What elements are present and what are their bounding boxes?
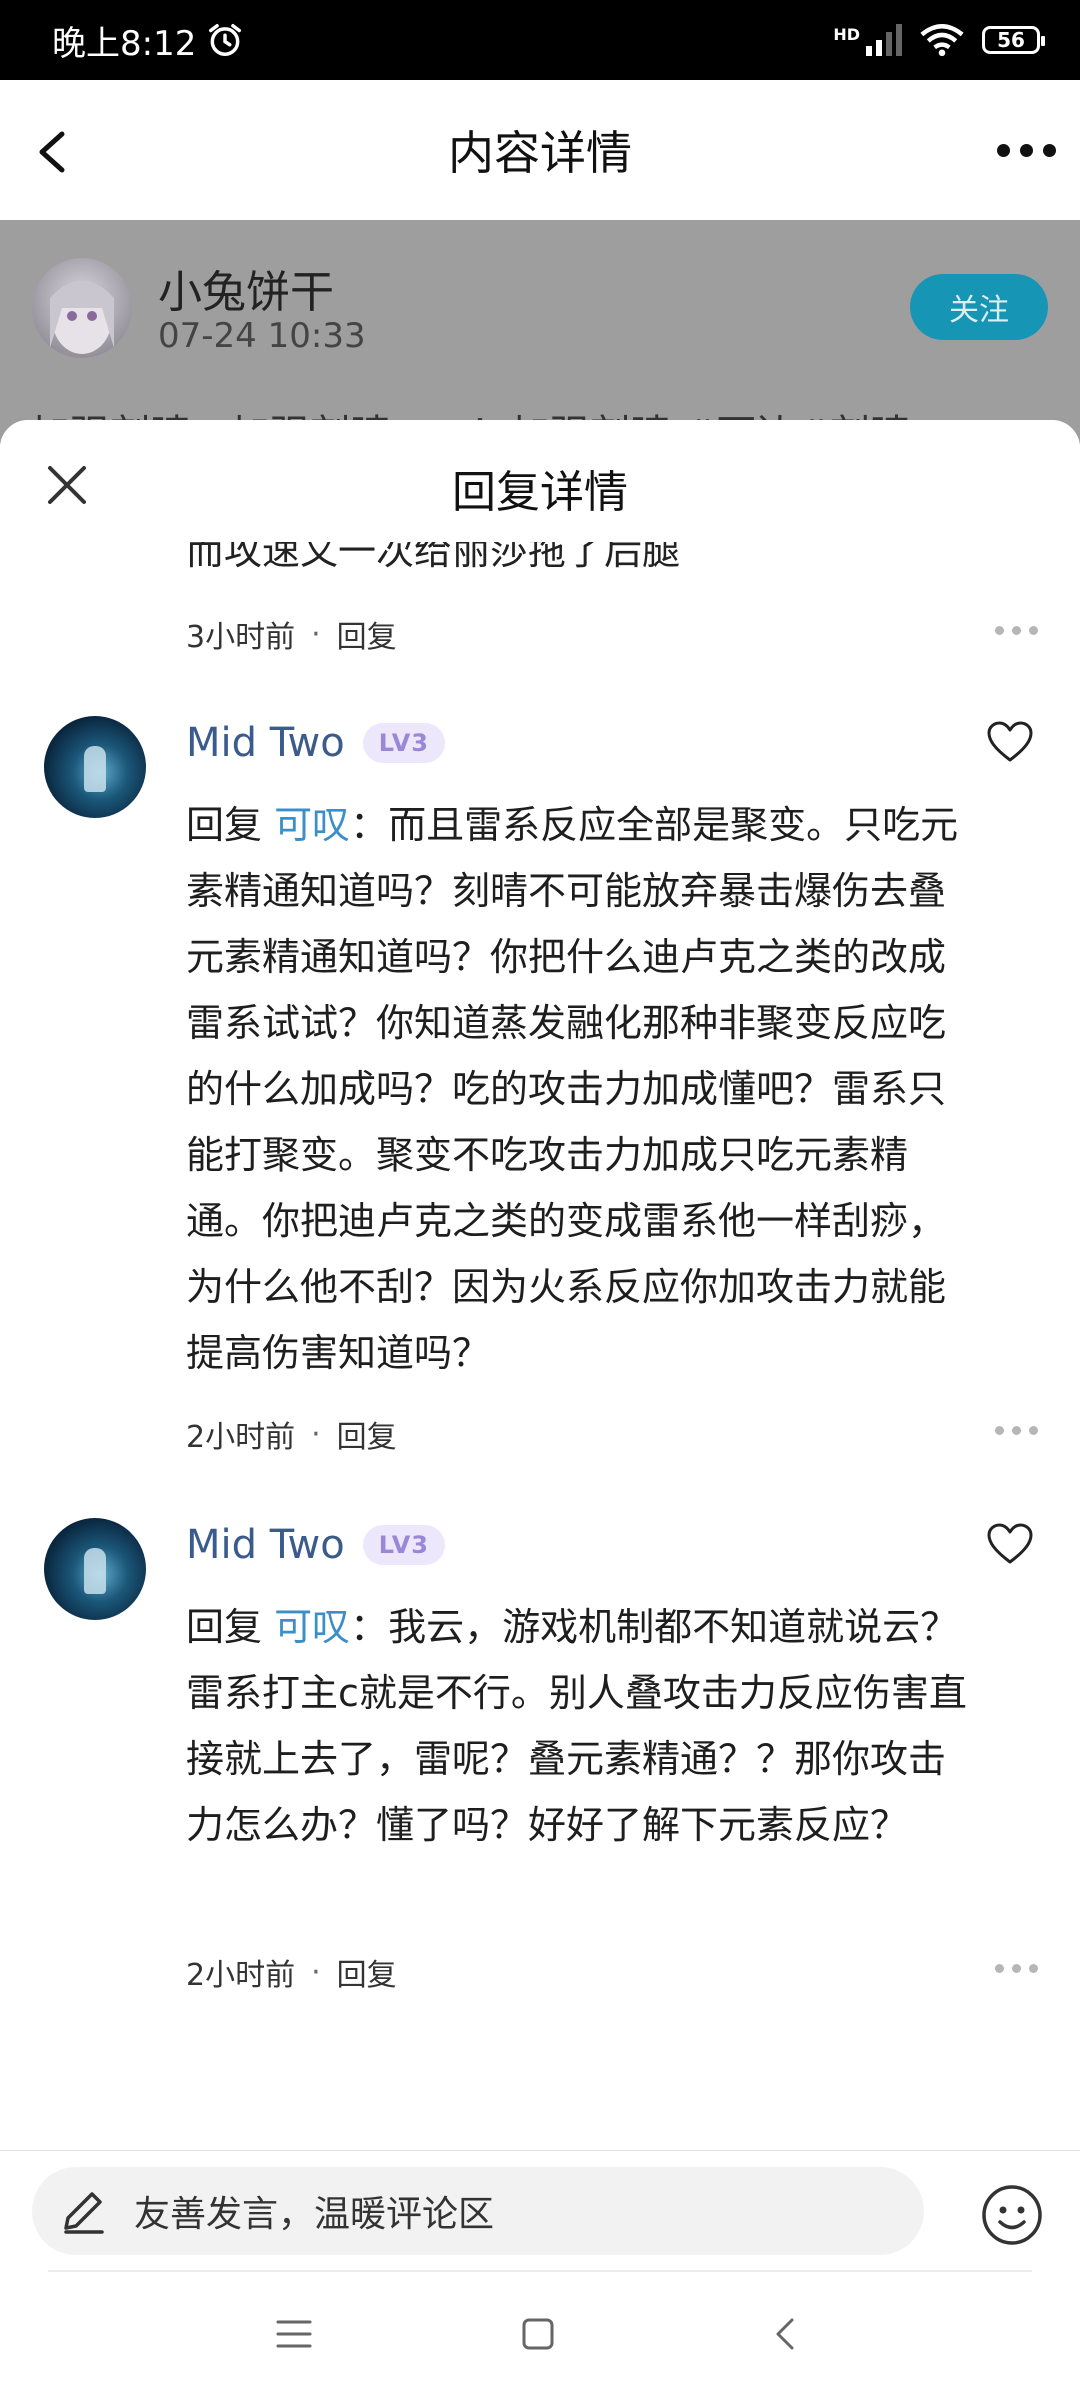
reply-prefix: 回复 (186, 803, 263, 847)
reply-detail-sheet: 回复详情 而攻速又一次给丽莎拖了后腿 3小时前 · 回复 Mid Two LV3… (0, 420, 1080, 2150)
back-triangle-icon[interactable] (764, 2312, 808, 2356)
like-heart-icon[interactable] (986, 1522, 1034, 1566)
sheet-header: 回复详情 (0, 420, 1080, 540)
commenter-name[interactable]: Mid Two (186, 720, 345, 766)
reply-link[interactable]: 回复 (337, 612, 397, 656)
comment-input[interactable]: 友善发言，温暖评论区 (32, 2167, 924, 2255)
status-bar: 晚上8:12 HD 56 (0, 0, 1080, 80)
commenter-avatar[interactable] (44, 716, 146, 818)
commenter-name[interactable]: Mid Two (186, 1522, 345, 1568)
follow-button[interactable]: 关注 (910, 274, 1048, 340)
more-options-icon[interactable] (997, 130, 1056, 170)
wifi-icon (920, 24, 964, 57)
menu-icon[interactable] (272, 2312, 316, 2356)
system-navigation-bar (0, 2272, 1080, 2400)
comment-meta: 2小时前 · 回复 (186, 1950, 397, 1994)
post-author-avatar (32, 258, 132, 358)
like-heart-icon[interactable] (986, 720, 1034, 764)
sheet-title: 回复详情 (452, 467, 628, 518)
reply-prefix: 回复 (186, 1605, 263, 1649)
comment-more-icon[interactable] (995, 1964, 1038, 1973)
back-arrow-icon[interactable] (20, 116, 90, 186)
pencil-icon (64, 2192, 104, 2234)
level-badge: LV3 (362, 723, 445, 763)
home-square-icon[interactable] (516, 2312, 560, 2356)
commenter-name-row: Mid Two LV3 (186, 1522, 445, 1568)
reply-link[interactable]: 回复 (337, 1412, 397, 1456)
emoji-icon[interactable] (980, 2183, 1044, 2247)
reply-link[interactable]: 回复 (337, 1950, 397, 1994)
comment-text: 而且雷系反应全部是聚变。只吃元素精通知道吗？刻晴不可能放弃暴击爆伤去叠元素精通知… (186, 803, 959, 1375)
comment-time: 3小时前 (186, 620, 296, 655)
input-placeholder: 友善发言，温暖评论区 (134, 2194, 495, 2235)
post-author-name: 小兔饼干 (158, 267, 334, 318)
post-time: 07-24 10:33 (158, 316, 366, 356)
comment-time: 2小时前 (186, 1958, 296, 1993)
commenter-avatar[interactable] (44, 1518, 146, 1620)
comment-body: 回复 可叹：而且雷系反应全部是聚变。只吃元素精通知道吗？刻晴不可能放弃暴击爆伤去… (186, 803, 959, 1375)
previous-comment-meta: 3小时前 · 回复 (186, 612, 397, 656)
level-badge: LV3 (362, 1525, 445, 1565)
comment-more-icon[interactable] (995, 626, 1038, 635)
commenter-name-row: Mid Two LV3 (186, 720, 445, 766)
battery-indicator: 56 (982, 26, 1045, 54)
page-title: 内容详情 (448, 126, 632, 180)
app-header: 内容详情 (0, 80, 1080, 220)
comment-body: 回复 可叹：我云，游戏机制都不知道就说云？雷系打主c就是不行。别人叠攻击力反应伤… (186, 1605, 967, 1847)
mention-link[interactable]: 可叹 (274, 803, 350, 847)
mention-link[interactable]: 可叹 (274, 1605, 350, 1649)
comment-meta: 2小时前 · 回复 (186, 1412, 397, 1456)
comment-input-bar: 友善发言，温暖评论区 (0, 2150, 1080, 2271)
network-type-label: HD (833, 25, 860, 44)
alarm-icon (209, 24, 242, 56)
signal-icon (866, 24, 902, 56)
status-time: 晚上8:12 (52, 23, 197, 64)
comment-more-icon[interactable] (995, 1426, 1038, 1435)
comment-time: 2小时前 (186, 1420, 296, 1455)
